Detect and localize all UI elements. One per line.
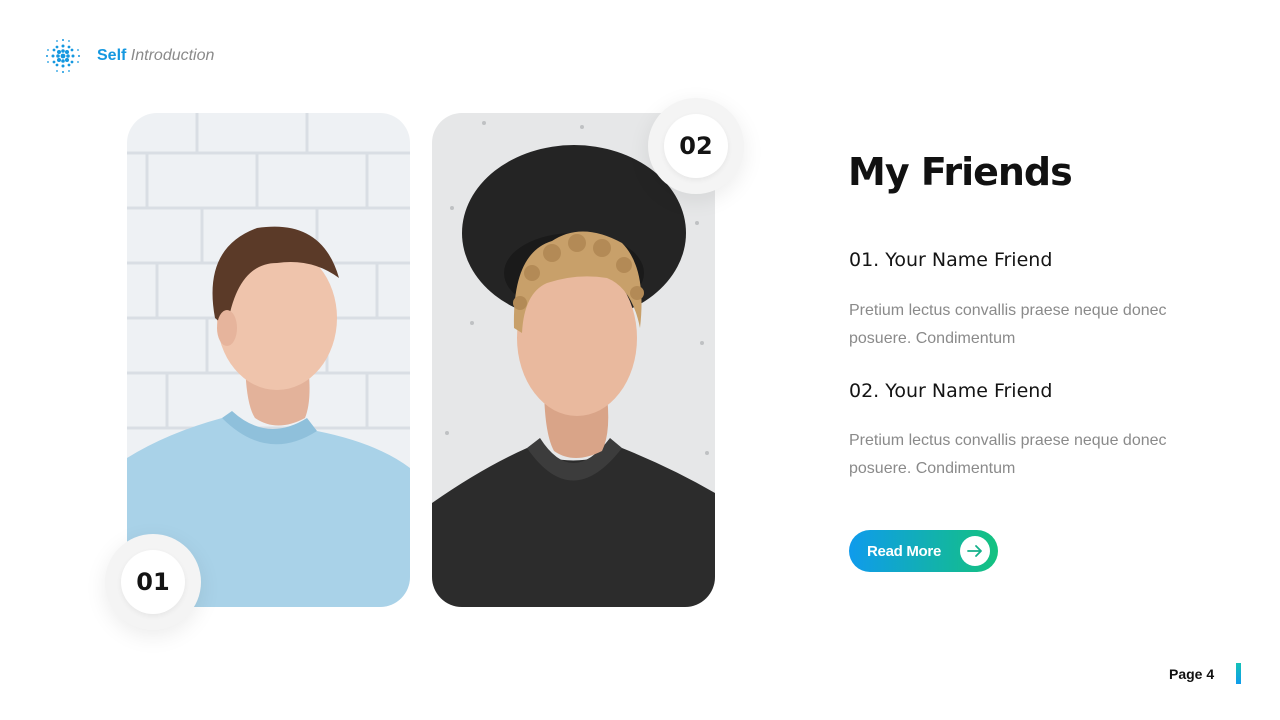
brand-bold: Self <box>97 47 127 64</box>
page-accent-bar <box>1236 663 1241 684</box>
friend-name-2: 02. Your Name Friend <box>849 380 1053 402</box>
brand-title: Self Introduction <box>97 46 214 66</box>
photo-badge-1: 01 <box>105 534 201 630</box>
friend-photo-1 <box>127 113 410 607</box>
page-title: My Friends <box>848 150 1073 194</box>
friend-description-1: Pretium lectus convallis praese neque do… <box>849 302 1167 347</box>
arrow-right-icon <box>960 536 990 566</box>
photo-badge-2: 02 <box>648 98 744 194</box>
dotted-circle-icon <box>45 38 81 74</box>
badge-number: 01 <box>121 550 185 614</box>
read-more-button[interactable]: Read More <box>849 530 998 572</box>
friend-description-2: Pretium lectus convallis praese neque do… <box>849 432 1167 477</box>
brand-italic: Introduction <box>130 47 215 64</box>
read-more-label: Read More <box>867 542 941 560</box>
page-number: Page 4 <box>1169 666 1215 682</box>
friend-name-1: 01. Your Name Friend <box>849 249 1053 271</box>
badge-number: 02 <box>664 114 728 178</box>
